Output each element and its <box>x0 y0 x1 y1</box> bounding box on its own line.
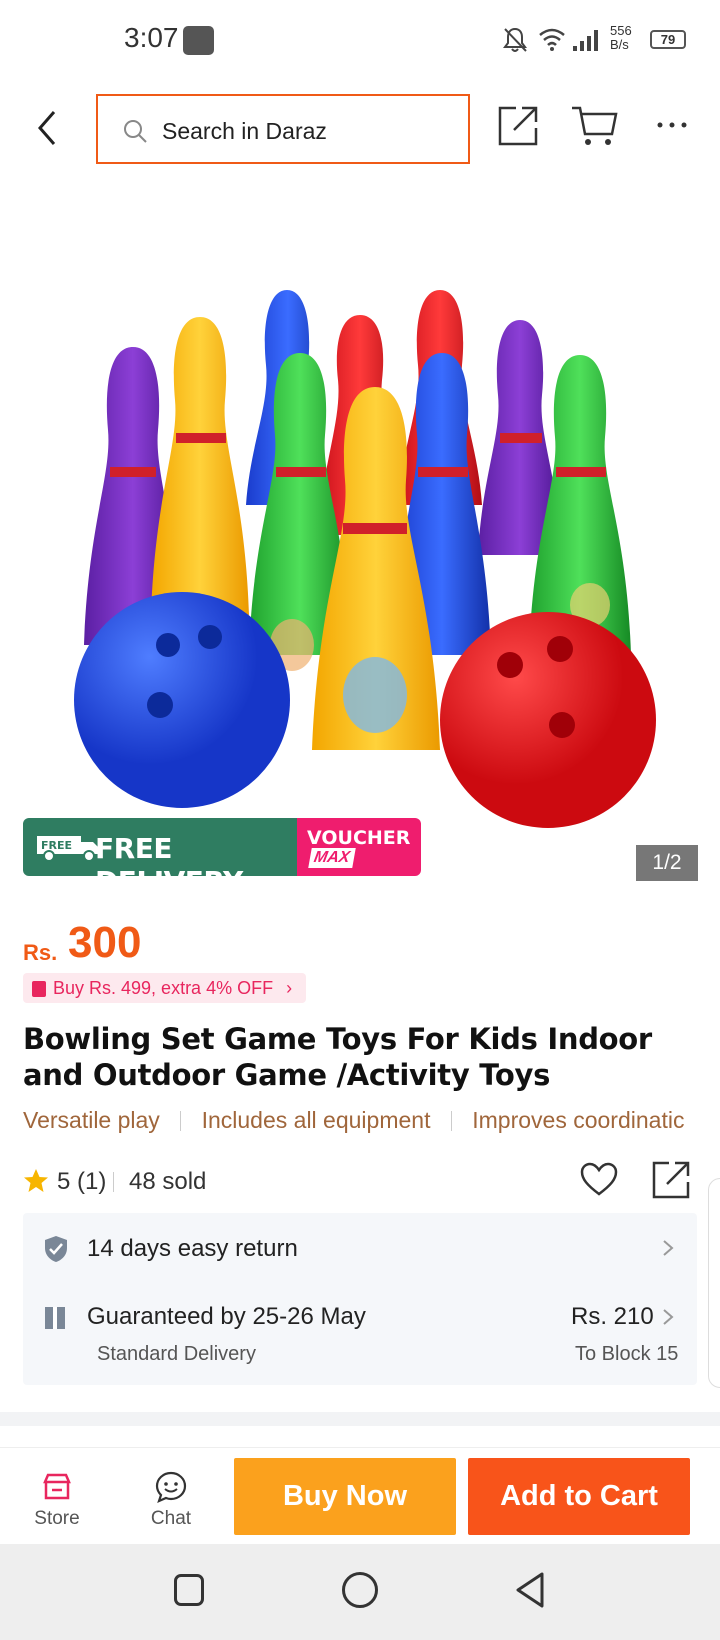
delivery-row[interactable]: Guaranteed by 25-26 May Standard Deliver… <box>23 1283 697 1383</box>
chat-icon <box>155 1471 187 1503</box>
sold-count: 48 sold <box>129 1168 207 1195</box>
status-icons: 556 B/s 79 <box>502 22 692 58</box>
highlight-item: Improves coordinatic <box>472 1107 685 1134</box>
offer-chip[interactable]: Buy Rs. 499, extra 4% OFF › <box>23 973 307 1003</box>
search-icon <box>124 120 147 143</box>
shield-icon <box>45 1236 67 1262</box>
return-policy-row[interactable]: 14 days easy return <box>23 1213 697 1283</box>
chat-button[interactable]: Chat <box>134 1456 208 1536</box>
highlight-divider <box>180 1110 182 1131</box>
home-icon[interactable] <box>342 1572 378 1608</box>
price-currency: Rs. <box>23 940 58 965</box>
share-icon[interactable] <box>651 1160 691 1200</box>
store-label: Store <box>34 1508 80 1529</box>
chevron-right-icon: › <box>286 978 293 998</box>
top-bar: Search in Daraz <box>0 86 720 172</box>
return-text: 14 days easy return <box>87 1235 298 1262</box>
system-navigation-bar <box>0 1544 720 1640</box>
net-speed: 556 B/s <box>610 24 632 52</box>
highlight-divider <box>450 1110 452 1131</box>
more-icon[interactable] <box>650 110 694 140</box>
price-value: 300 <box>68 918 142 967</box>
delivery-destination: To Block 15 <box>575 1343 679 1365</box>
free-badge-text: FREE <box>41 839 72 852</box>
mute-bell-icon <box>503 27 527 52</box>
rating-row: 5 (1) 48 sold <box>23 1160 703 1204</box>
voucher-max-text: MAX <box>308 848 356 868</box>
net-speed-value: 556 <box>610 23 632 38</box>
wifi-icon <box>539 28 565 51</box>
promo-banner: FREE FREE DELIVERY VOUCHER MAX <box>23 818 421 876</box>
product-image[interactable] <box>0 175 720 885</box>
offer-text: Buy Rs. 499, extra 4% OFF <box>53 978 274 998</box>
side-drawer-handle[interactable] <box>708 1178 720 1388</box>
chevron-right-icon <box>663 1309 674 1325</box>
chat-label: Chat <box>150 1508 192 1529</box>
product-highlights: Versatile play Includes all equipment Im… <box>23 1106 720 1140</box>
product-title: Bowling Set Game Toys For Kids Indoor an… <box>23 1022 652 1092</box>
net-speed-unit: B/s <box>610 37 629 52</box>
bowling-set-illustration <box>74 290 656 828</box>
free-delivery-badge: FREE FREE DELIVERY <box>23 818 297 876</box>
store-icon <box>43 1473 71 1500</box>
heart-icon[interactable] <box>579 1160 619 1200</box>
search-placeholder: Search in Daraz <box>162 118 327 144</box>
store-button[interactable]: Store <box>20 1456 94 1536</box>
delivery-title: Guaranteed by 25-26 May <box>87 1303 366 1330</box>
star-icon <box>24 1169 48 1192</box>
free-delivery-text: FREE DELIVERY <box>95 832 243 876</box>
battery-indicator: 79 <box>650 30 686 49</box>
delivery-type: Standard Delivery <box>97 1343 256 1365</box>
share-icon[interactable] <box>496 104 540 148</box>
box-icon <box>45 1307 65 1329</box>
highlight-item: Includes all equipment <box>201 1107 431 1134</box>
buy-now-button[interactable]: Buy Now <box>234 1458 456 1535</box>
chevron-right-icon <box>663 1240 674 1256</box>
search-input[interactable]: Search in Daraz <box>96 94 470 164</box>
back-triangle-icon[interactable] <box>512 1570 548 1610</box>
status-time: 3:07 <box>124 22 179 53</box>
bottom-action-bar: Store Chat Buy Now Add to Cart <box>0 1447 720 1543</box>
notification-icon <box>183 26 214 55</box>
cart-icon[interactable] <box>570 104 620 148</box>
delivery-price: Rs. 210 <box>571 1303 654 1330</box>
voucher-max-badge: VOUCHER MAX <box>297 818 421 876</box>
recent-apps-icon[interactable] <box>174 1574 204 1606</box>
rating-divider <box>113 1172 114 1192</box>
rating-score[interactable]: 5 (1) <box>57 1168 106 1196</box>
add-to-cart-button[interactable]: Add to Cart <box>468 1458 690 1535</box>
signal-icon <box>573 30 598 51</box>
status-bar: 3:07 556 B/s 79 <box>0 0 720 80</box>
highlight-item: Versatile play <box>23 1107 160 1134</box>
service-card: 14 days easy return Guaranteed by 25-26 … <box>23 1213 697 1385</box>
image-counter: 1/2 <box>636 845 698 881</box>
back-arrow-icon[interactable] <box>28 104 68 152</box>
voucher-icon <box>32 981 46 997</box>
section-divider <box>0 1412 720 1426</box>
voucher-text: VOUCHER <box>307 827 411 849</box>
